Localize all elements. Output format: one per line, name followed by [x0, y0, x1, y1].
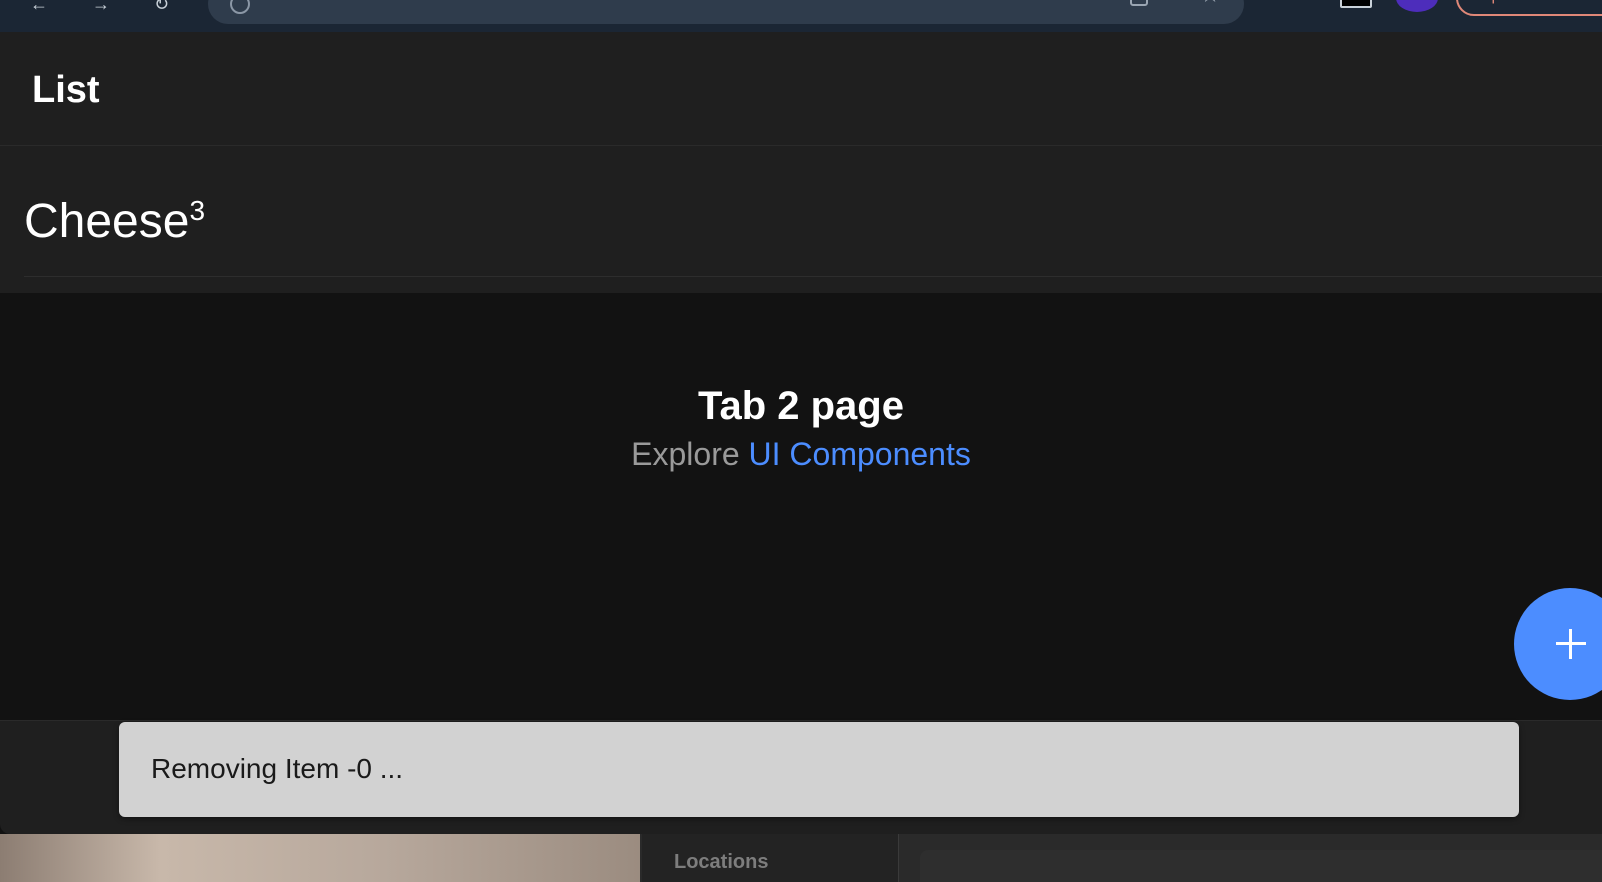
list-item[interactable]: Cheese3: [24, 146, 1602, 277]
page-title: List: [32, 69, 100, 111]
toast-message: Removing Item -0 ...: [151, 753, 404, 784]
address-bar[interactable]: ☆: [208, 0, 1244, 24]
app-header: List: [0, 32, 1602, 146]
finder-main-pane: [920, 850, 1602, 882]
browser-toolbar: ← → ↻ ☆ Update: [0, 0, 1602, 32]
list: Cheese3: [0, 146, 1602, 293]
list-item-text: Cheese: [24, 195, 190, 248]
ui-components-link[interactable]: UI Components: [749, 436, 971, 472]
page-heading: Tab 2 page: [698, 384, 904, 428]
toast: Removing Item -0 ...: [119, 722, 1519, 817]
screenshot-icon[interactable]: [1130, 0, 1148, 6]
app-window: List Cheese3 Tab 2 page Explore UI Compo…: [0, 32, 1602, 834]
explore-text: Explore: [631, 436, 749, 472]
desktop-wallpaper: [0, 834, 640, 882]
reload-icon[interactable]: ↻: [154, 0, 169, 13]
extension-icon[interactable]: [1340, 0, 1372, 8]
star-icon[interactable]: ☆: [1200, 0, 1220, 6]
site-info-icon[interactable]: [230, 0, 250, 14]
sidebar-section-locations: Locations: [674, 851, 769, 873]
update-button[interactable]: Update: [1456, 0, 1602, 16]
forward-arrow-icon[interactable]: →: [92, 0, 110, 13]
finder-sidebar: Locations: [642, 834, 899, 882]
page-content: Tab 2 page Explore UI Components: [0, 293, 1602, 752]
page-subtitle: Explore UI Components: [0, 435, 1602, 473]
avatar[interactable]: [1396, 0, 1438, 12]
list-item-badge: 3: [189, 195, 206, 226]
list-item-label: Cheese3: [24, 194, 205, 250]
screen: ← → ↻ ☆ Update List Cheese3 Tab 2 page E…: [0, 0, 1602, 882]
back-arrow-icon[interactable]: ←: [30, 0, 48, 13]
desktop-background: Locations: [0, 834, 1602, 882]
